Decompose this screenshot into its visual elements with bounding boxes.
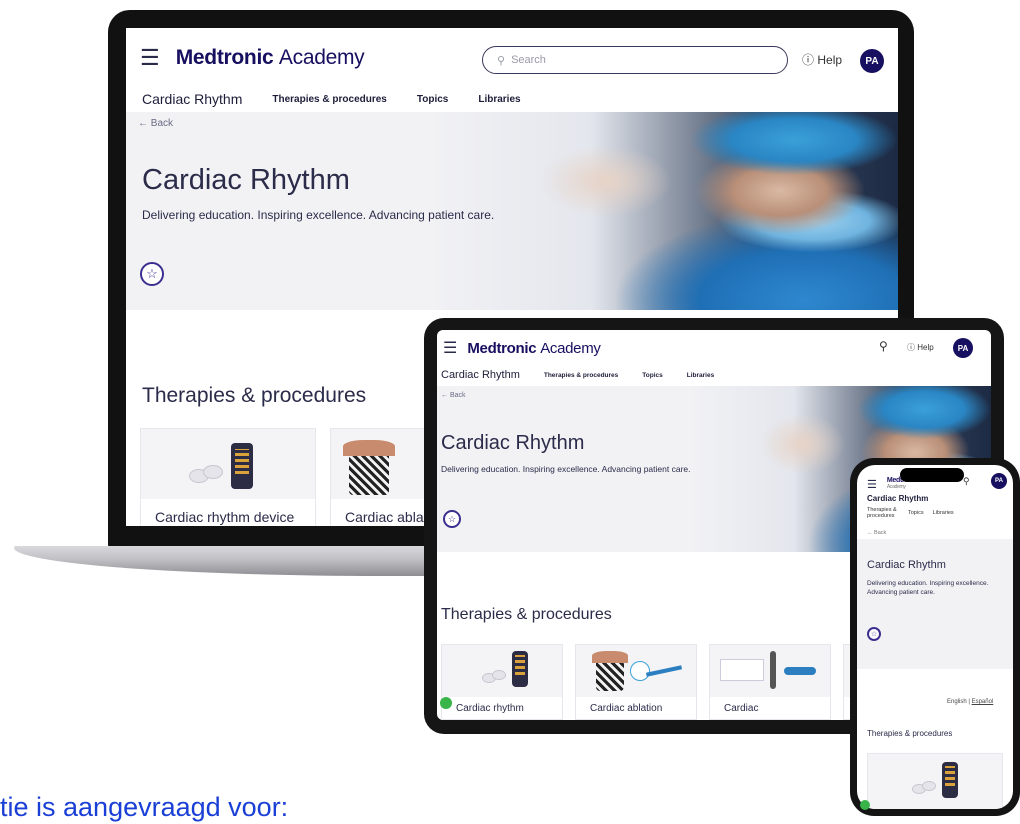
therapy-card[interactable]	[867, 753, 1003, 809]
hero-tagline: Delivering education. Inspiring excellen…	[867, 580, 989, 596]
help-button[interactable]: ⓘ Help	[802, 51, 842, 68]
search-icon: ⚲	[497, 54, 506, 67]
nav-link-therapies[interactable]: Therapies & procedures	[544, 372, 618, 379]
therapy-card[interactable]: Cardiac	[709, 644, 831, 720]
hero-banner: Cardiac Rhythm Delivering education. Ins…	[857, 539, 1013, 669]
back-arrow-icon: ←	[441, 392, 448, 399]
hamburger-menu-icon[interactable]: ☰	[140, 45, 160, 71]
back-link[interactable]: ← Back	[441, 392, 466, 399]
section-nav: Cardiac Rhythm Therapies & procedures To…	[126, 86, 898, 112]
nav-link-libraries[interactable]: Libraries	[687, 372, 714, 379]
card-label: Cardiac abla	[345, 509, 424, 525]
therapy-card[interactable]: Cardiac ablation	[575, 644, 697, 720]
hero-banner: ← Back Cardiac Rhythm Delivering educati…	[126, 112, 898, 310]
brand-logo[interactable]: Medtronic Academy	[467, 340, 601, 357]
back-link[interactable]: ← Back	[867, 530, 886, 536]
card-image	[710, 645, 830, 697]
avatar[interactable]: PA	[991, 473, 1007, 489]
language-switcher: English | Español	[947, 699, 993, 705]
card-image	[576, 645, 696, 697]
caption-text: tie is aangevraagd voor:	[0, 792, 289, 822]
nav-link-topics[interactable]: Topics	[417, 94, 448, 105]
chat-indicator[interactable]	[440, 697, 452, 709]
nav-link-libraries[interactable]: Libraries	[478, 94, 520, 105]
hero-tagline: Delivering education. Inspiring excellen…	[142, 208, 495, 222]
card-image	[442, 645, 562, 697]
nav-link-topics[interactable]: Topics	[908, 510, 924, 516]
hamburger-menu-icon[interactable]: ☰	[867, 478, 877, 491]
card-image	[868, 754, 1002, 809]
hero-photo	[426, 112, 898, 310]
search-input[interactable]: ⚲ Search	[482, 46, 788, 74]
page-title: Cardiac Rhythm	[142, 164, 350, 196]
therapies-heading: Therapies & procedures	[441, 606, 612, 623]
nav-link-topics[interactable]: Topics	[642, 372, 662, 379]
brand-logo[interactable]: Medtronic Academy	[176, 46, 365, 70]
help-circle-icon: ⓘ	[907, 343, 915, 352]
therapies-heading: Therapies & procedures	[142, 384, 367, 407]
search-placeholder: Search	[511, 54, 546, 66]
search-icon[interactable]: ⚲	[879, 339, 888, 353]
help-button[interactable]: ⓘ Help	[907, 342, 934, 353]
therapy-card[interactable]: Cardiac rhythm	[441, 644, 563, 720]
avatar[interactable]: PA	[953, 338, 973, 358]
section-nav: Cardiac Rhythm Therapies & procedures To…	[437, 364, 991, 386]
card-label: Cardiac	[724, 703, 759, 714]
help-circle-icon: ⓘ	[802, 53, 815, 67]
page-title: Cardiac Rhythm	[441, 432, 585, 454]
section-nav: Therapies & procedures Topics Libraries	[867, 507, 954, 519]
star-icon[interactable]: ☆	[140, 262, 164, 286]
therapy-card[interactable]: Cardiac rhythm device	[140, 428, 316, 526]
card-label: Cardiac rhythm	[456, 703, 524, 714]
nav-link-therapies[interactable]: Therapies & procedures	[867, 507, 899, 519]
card-image	[141, 429, 315, 499]
phone-dynamic-island	[900, 468, 964, 482]
back-arrow-icon: ←	[138, 118, 148, 129]
avatar[interactable]: PA	[860, 49, 884, 73]
nav-link-therapies[interactable]: Therapies & procedures	[272, 94, 386, 105]
card-label: Cardiac ablation	[590, 703, 663, 714]
back-arrow-icon: ←	[867, 530, 873, 536]
star-icon[interactable]: ☆	[443, 510, 461, 528]
page-title: Cardiac Rhythm	[867, 559, 946, 571]
nav-link-libraries[interactable]: Libraries	[933, 510, 954, 516]
lang-english[interactable]: English	[947, 699, 967, 705]
hamburger-menu-icon[interactable]: ☰	[443, 338, 457, 358]
section-title[interactable]: Cardiac Rhythm	[441, 369, 520, 381]
lang-spanish[interactable]: Español	[972, 699, 994, 705]
back-link[interactable]: ← Back	[138, 118, 173, 129]
star-icon[interactable]: ☆	[867, 627, 881, 641]
phone-screen: ☰ MedtronicAcademy ⚲ PA Cardiac Rhythm T…	[857, 465, 1013, 809]
card-label: Cardiac rhythm device	[155, 509, 295, 525]
lang-separator: |	[968, 699, 970, 705]
hero-tagline: Delivering education. Inspiring excellen…	[441, 464, 691, 474]
section-title[interactable]: Cardiac Rhythm	[142, 91, 242, 107]
search-icon[interactable]: ⚲	[963, 476, 970, 487]
chat-indicator[interactable]	[860, 800, 870, 810]
therapies-heading: Therapies & procedures	[867, 729, 953, 738]
section-title[interactable]: Cardiac Rhythm	[867, 494, 928, 503]
